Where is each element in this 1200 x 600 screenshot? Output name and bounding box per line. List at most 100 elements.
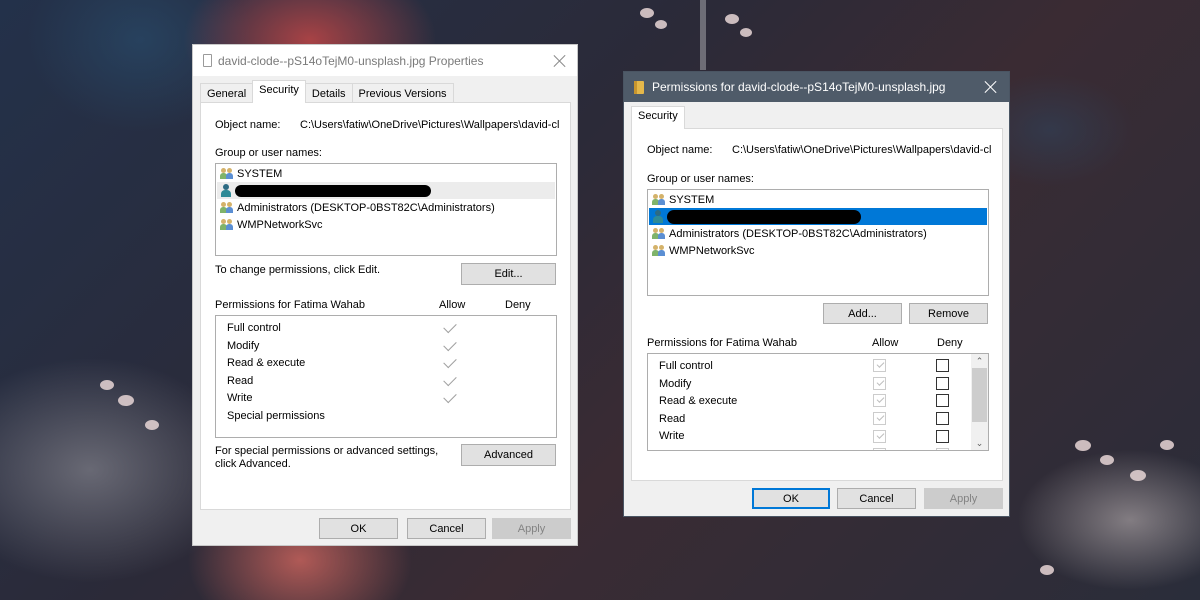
user-list[interactable]: SYSTEM Administrators (DESKTOP-0BST82C\A… xyxy=(215,163,557,256)
edit-button[interactable]: Edit... xyxy=(461,263,556,285)
apply-button[interactable]: Apply xyxy=(492,518,571,539)
user-icon xyxy=(652,210,664,223)
allow-check-icon xyxy=(443,354,457,369)
group-icon xyxy=(220,218,235,231)
list-item[interactable] xyxy=(217,182,555,199)
permission-name: Read & execute xyxy=(659,394,738,407)
group-icon xyxy=(652,227,667,240)
allow-check-icon xyxy=(443,319,457,334)
permission-name: Modify xyxy=(227,339,260,352)
advanced-hint-line2: click Advanced. xyxy=(215,458,291,470)
security-panel: Object name: C:\Users\fatiw\OneDrive\Pic… xyxy=(200,102,571,510)
security-panel: Object name: C:\Users\fatiw\OneDrive\Pic… xyxy=(631,128,1003,481)
list-item[interactable]: Administrators (DESKTOP-0BST82C\Administ… xyxy=(652,225,987,242)
permissions-for-label: Permissions for Fatima Wahab xyxy=(647,337,797,349)
permissions-list: Full control Modify Read & execute Read … xyxy=(647,353,989,451)
list-item[interactable]: Administrators (DESKTOP-0BST82C\Administ… xyxy=(220,199,555,216)
redacted-user-name xyxy=(235,184,431,197)
allow-checkbox[interactable] xyxy=(873,430,886,443)
group-icon xyxy=(220,167,235,180)
user-name: WMPNetworkSvc xyxy=(237,218,323,231)
redacted-user-name xyxy=(667,209,861,224)
file-icon xyxy=(203,54,212,67)
properties-window: david-clode--pS14oTejM0-unsplash.jpg Pro… xyxy=(192,44,578,546)
group-icon xyxy=(220,201,235,214)
cancel-button[interactable]: Cancel xyxy=(837,488,916,509)
permission-name: Special permissions xyxy=(227,409,325,422)
tab-details[interactable]: Details xyxy=(304,83,353,103)
deny-header: Deny xyxy=(937,337,963,349)
tab-previous-versions[interactable]: Previous Versions xyxy=(351,83,454,103)
permission-name: Read & execute xyxy=(227,356,306,369)
change-permissions-hint: To change permissions, click Edit. xyxy=(215,264,381,276)
permission-name: Write xyxy=(227,391,253,404)
list-item[interactable]: WMPNetworkSvc xyxy=(652,242,987,259)
allow-check-icon xyxy=(443,372,457,387)
user-name: Administrators (DESKTOP-0BST82C\Administ… xyxy=(669,227,927,240)
tab-bar: Security xyxy=(631,106,685,129)
permission-row: Modify xyxy=(227,337,259,354)
group-icon xyxy=(652,244,667,257)
permission-name: Write xyxy=(659,429,685,442)
permission-row: Write xyxy=(227,389,252,406)
permission-name: Read xyxy=(659,412,686,425)
user-name: Administrators (DESKTOP-0BST82C\Administ… xyxy=(237,201,495,214)
close-icon[interactable] xyxy=(984,80,998,94)
allow-checkbox[interactable] xyxy=(873,377,886,390)
add-button[interactable]: Add... xyxy=(823,303,902,324)
deny-checkbox[interactable] xyxy=(936,412,949,425)
list-item[interactable]: SYSTEM xyxy=(220,165,555,182)
scroll-up-icon[interactable]: ⌃ xyxy=(971,354,988,368)
permission-row: Modify xyxy=(659,375,691,392)
user-name: SYSTEM xyxy=(237,167,283,180)
permissions-window: Permissions for david-clode--pS14oTejM0-… xyxy=(623,71,1010,517)
allow-checkbox[interactable] xyxy=(873,448,886,450)
object-name-label: Object name: xyxy=(647,144,713,156)
properties-titlebar[interactable]: david-clode--pS14oTejM0-unsplash.jpg Pro… xyxy=(193,45,577,76)
object-name-value: C:\Users\fatiw\OneDrive\Pictures\Wallpap… xyxy=(300,119,560,131)
ok-button[interactable]: OK xyxy=(319,518,398,539)
list-item[interactable]: SYSTEM xyxy=(652,191,987,208)
deny-checkbox[interactable] xyxy=(936,377,949,390)
object-name-value: C:\Users\fatiw\OneDrive\Pictures\Wallpap… xyxy=(732,144,992,156)
permission-name: Full control xyxy=(227,321,281,334)
list-item-selected[interactable] xyxy=(649,208,987,225)
permission-name: Read xyxy=(227,374,254,387)
remove-button[interactable]: Remove xyxy=(909,303,988,324)
permission-row: Read xyxy=(227,372,253,389)
cancel-button[interactable]: Cancel xyxy=(407,518,486,539)
tab-general[interactable]: General xyxy=(200,83,254,103)
deny-checkbox[interactable] xyxy=(936,394,949,407)
list-item[interactable]: WMPNetworkSvc xyxy=(220,216,555,233)
advanced-button[interactable]: Advanced xyxy=(461,444,556,466)
window-title: Permissions for david-clode--pS14oTejM0-… xyxy=(652,80,946,94)
group-icon xyxy=(652,193,667,206)
permission-name: Full control xyxy=(659,359,713,372)
tab-security[interactable]: Security xyxy=(252,80,306,103)
ok-button[interactable]: OK xyxy=(752,488,830,509)
deny-checkbox[interactable] xyxy=(936,430,949,443)
deny-checkbox[interactable] xyxy=(936,359,949,372)
tab-bar: General Security Details Previous Versio… xyxy=(200,80,454,103)
window-title: david-clode--pS14oTejM0-unsplash.jpg Pro… xyxy=(218,53,484,68)
scroll-thumb[interactable] xyxy=(972,368,987,422)
object-name-label: Object name: xyxy=(215,119,281,131)
deny-header: Deny xyxy=(505,299,531,311)
allow-header: Allow xyxy=(439,299,466,311)
advanced-hint-line1: For special permissions or advanced sett… xyxy=(215,445,439,457)
allow-checkbox[interactable] xyxy=(873,359,886,372)
deny-checkbox[interactable] xyxy=(936,448,949,450)
permission-row: Read xyxy=(659,410,685,427)
permission-row: Full control xyxy=(227,319,281,336)
tab-security[interactable]: Security xyxy=(631,106,685,129)
user-list[interactable]: SYSTEM Administrators (DESKTOP-0BST82C\A… xyxy=(647,189,989,296)
permissions-titlebar[interactable]: Permissions for david-clode--pS14oTejM0-… xyxy=(624,72,1009,102)
allow-checkbox[interactable] xyxy=(873,394,886,407)
scroll-down-icon[interactable]: ⌄ xyxy=(971,436,988,450)
permission-row: Full control xyxy=(659,357,713,374)
allow-header: Allow xyxy=(872,337,899,349)
close-icon[interactable] xyxy=(553,54,567,68)
allow-checkbox[interactable] xyxy=(873,412,886,425)
permissions-scrollbar[interactable]: ⌃ ⌄ xyxy=(971,354,988,450)
apply-button[interactable]: Apply xyxy=(924,488,1003,509)
